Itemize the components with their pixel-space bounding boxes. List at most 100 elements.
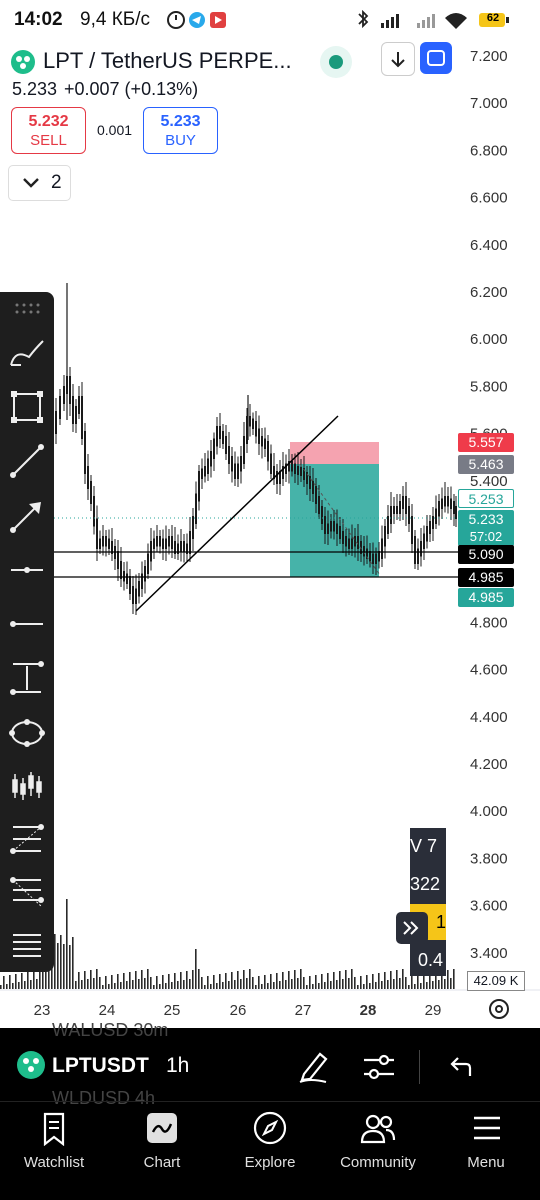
- candle-body: [90, 481, 92, 504]
- candle-body: [69, 376, 71, 404]
- candle-body: [255, 421, 257, 437]
- trend-line-tool[interactable]: [4, 438, 50, 484]
- candle-body: [342, 531, 344, 544]
- time-tick-label: 23: [34, 1002, 51, 1019]
- volume-bar: [294, 970, 296, 989]
- rectangle-tool[interactable]: [4, 384, 50, 430]
- candle-body: [59, 396, 61, 419]
- fib-extension-tool[interactable]: [4, 869, 50, 915]
- candle-body: [291, 461, 293, 472]
- volume-bars: [0, 899, 455, 989]
- candle-body: [264, 438, 266, 449]
- ellipse-tool[interactable]: [4, 710, 50, 756]
- candle-body: [309, 476, 311, 489]
- candle-body: [108, 538, 110, 549]
- volume-bar: [189, 979, 191, 989]
- volume-bar: [423, 974, 425, 989]
- candle-body: [276, 471, 278, 484]
- volume-bar: [39, 970, 41, 989]
- nav-watchlist[interactable]: Watchlist: [0, 1110, 108, 1180]
- candle-body: [93, 496, 95, 527]
- fib-retracement-tool[interactable]: [4, 816, 50, 862]
- candle-body: [441, 498, 443, 509]
- candle-body: [120, 561, 122, 579]
- volume-bar: [63, 944, 65, 989]
- support-1-label: 5.090: [458, 545, 514, 564]
- horizontal-ray-tool[interactable]: [4, 547, 50, 593]
- undo-button[interactable]: [446, 1052, 476, 1082]
- indicators-button[interactable]: [362, 1050, 396, 1084]
- candle-body: [270, 453, 272, 474]
- nav-chart[interactable]: Chart: [108, 1110, 216, 1180]
- candle-body: [375, 553, 377, 564]
- candle-body: [183, 541, 185, 552]
- volume-bar: [366, 975, 368, 989]
- volume-bar: [135, 971, 137, 989]
- drawing-toolbar: [0, 292, 54, 972]
- brush-tool[interactable]: [4, 332, 50, 378]
- price-tick-label: 3.800: [470, 850, 508, 867]
- price-range-tool[interactable]: [4, 655, 50, 701]
- volume-bar: [24, 981, 26, 989]
- arrow-line-icon: [10, 502, 41, 533]
- candle-body: [225, 436, 227, 454]
- current-price-label: 5.233 57:02: [458, 510, 514, 546]
- interval-selector[interactable]: 1h: [166, 1054, 189, 1078]
- price-tick-label: 6.600: [470, 190, 508, 207]
- volume-bar: [195, 949, 197, 989]
- candle-body: [267, 441, 269, 462]
- volume-bar: [222, 982, 224, 989]
- watchlist-peek-3: 1: [436, 912, 446, 932]
- volume-bar: [66, 899, 68, 989]
- volume-bar: [3, 976, 5, 989]
- volume-bar: [357, 985, 359, 989]
- volume-bar: [405, 977, 407, 989]
- arrow-tool[interactable]: [4, 493, 50, 539]
- candle-body: [87, 466, 89, 489]
- volume-bar: [342, 979, 344, 989]
- volume-bar: [87, 979, 89, 989]
- volume-bar: [126, 981, 128, 989]
- candle-body: [258, 428, 260, 444]
- volume-bar: [78, 972, 80, 989]
- candle-body: [414, 536, 416, 564]
- bars-pattern-tool[interactable]: [4, 763, 50, 809]
- pencil-icon: [300, 1052, 328, 1082]
- volume-bar: [90, 970, 92, 989]
- volume-bar: [303, 977, 305, 989]
- nav-label-menu: Menu: [467, 1154, 505, 1171]
- candle-body: [129, 576, 131, 594]
- volume-bar: [228, 981, 230, 989]
- chart-settings-button[interactable]: [489, 999, 509, 1019]
- target-price-label: 4.985: [458, 588, 514, 607]
- support-2-label: 4.985: [458, 568, 514, 587]
- volume-bar: [144, 978, 146, 989]
- nav-community[interactable]: Community: [324, 1110, 432, 1180]
- list-icon: [13, 934, 41, 957]
- volume-bar: [279, 981, 281, 989]
- volume-bar: [120, 982, 122, 989]
- candle-body: [195, 493, 197, 524]
- nav-explore[interactable]: Explore: [216, 1110, 324, 1180]
- volume-bar: [450, 978, 452, 989]
- candle-body: [123, 571, 125, 582]
- candle-body: [192, 516, 194, 539]
- stop-price-label: 5.557: [458, 433, 514, 452]
- candle-body: [171, 536, 173, 549]
- stop-loss-zone[interactable]: [290, 442, 379, 464]
- volume-bar: [114, 983, 116, 989]
- expand-watchlist-button[interactable]: [396, 912, 428, 944]
- candle-body: [165, 538, 167, 549]
- volume-bar: [84, 971, 86, 989]
- bottom-symbol[interactable]: LPTUSDT: [52, 1054, 149, 1078]
- nav-menu[interactable]: Menu: [432, 1110, 540, 1180]
- volume-bar: [165, 983, 167, 989]
- price-tick-label: 6.400: [470, 237, 508, 254]
- candle-body: [405, 496, 407, 514]
- candle-body: [390, 506, 392, 524]
- drag-handle-icon[interactable]: [14, 301, 40, 317]
- more-tools-button[interactable]: [4, 922, 50, 968]
- volume-bar: [108, 984, 110, 989]
- horizontal-line-tool[interactable]: [4, 601, 50, 647]
- drawing-mode-button[interactable]: [296, 1048, 330, 1084]
